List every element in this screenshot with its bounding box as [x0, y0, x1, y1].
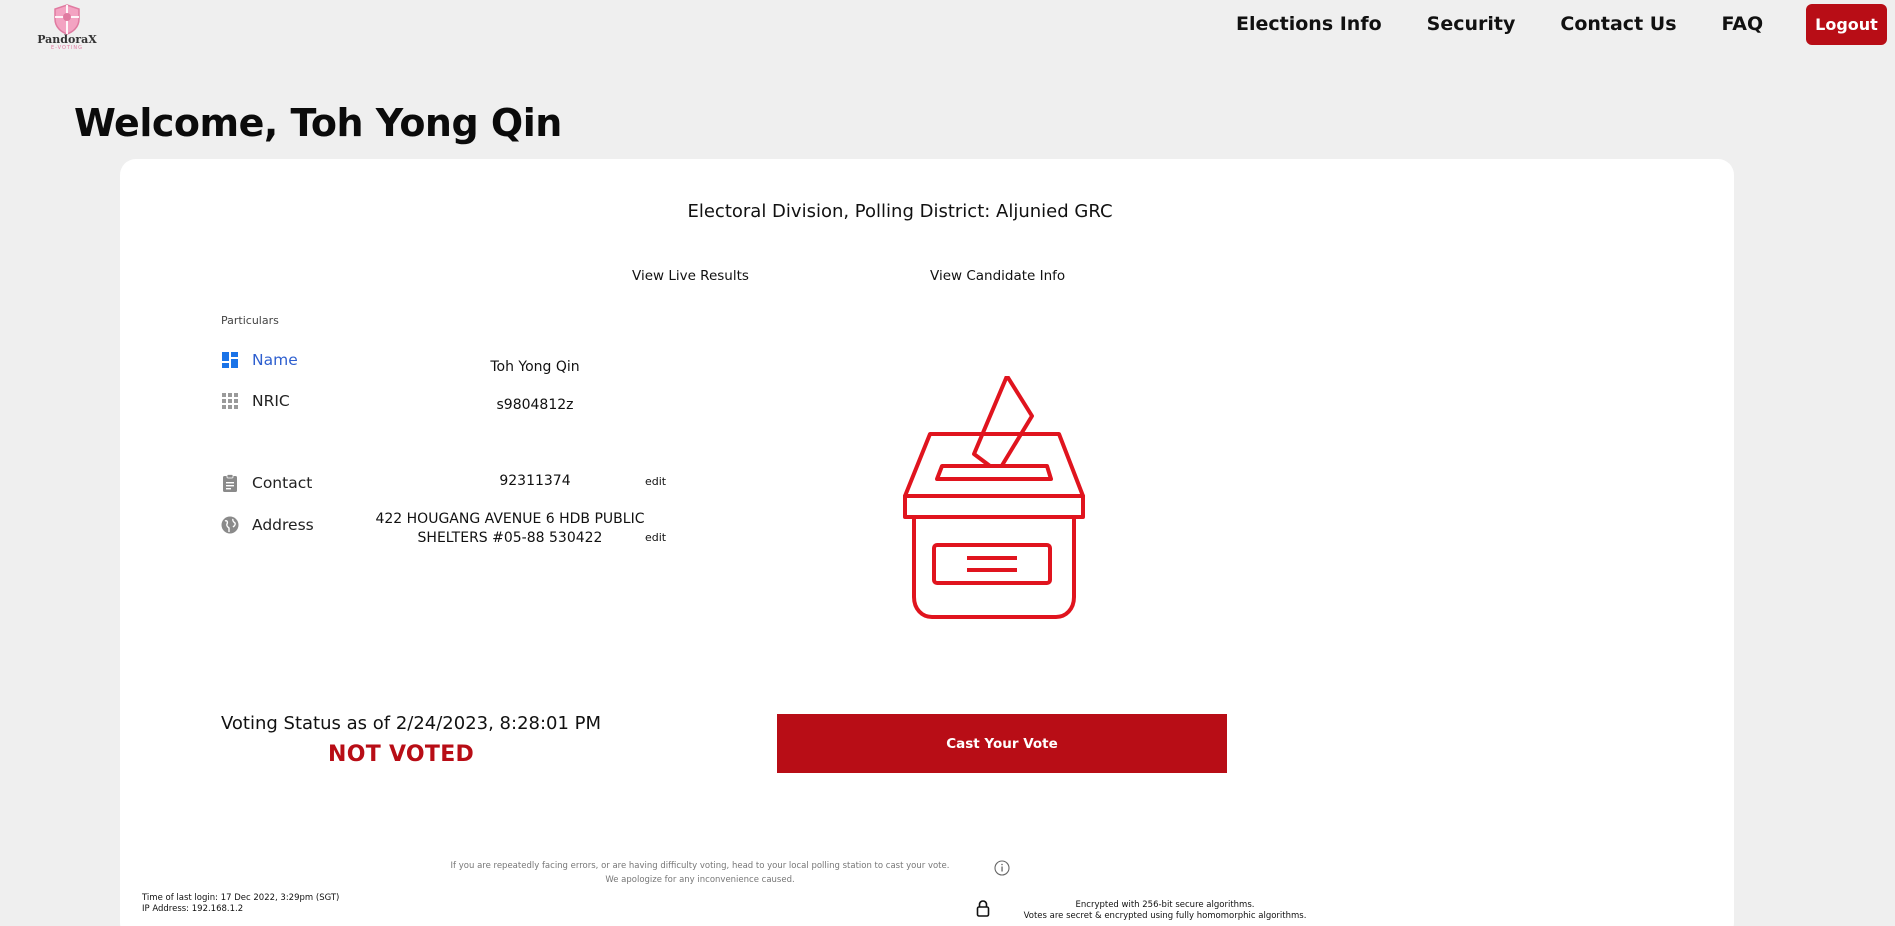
edit-address-link[interactable]: edit — [645, 531, 666, 544]
view-live-results-link[interactable]: View Live Results — [632, 268, 749, 284]
top-nav: Elections Info Security Contact Us FAQ — [1236, 12, 1808, 36]
dashboard-icon — [221, 351, 239, 369]
contact-value: 92311374 — [499, 473, 571, 489]
nric-label: NRIC — [252, 392, 290, 410]
nav-contact-us[interactable]: Contact Us — [1560, 12, 1676, 36]
shield-logo-icon — [54, 4, 80, 35]
info-icon[interactable] — [994, 860, 1010, 876]
cast-vote-button[interactable]: Cast Your Vote — [777, 714, 1227, 773]
brand-logo[interactable]: PandoraX E-VOTING — [30, 3, 104, 55]
logout-button[interactable]: Logout — [1806, 4, 1887, 45]
address-label: Address — [252, 516, 314, 534]
nav-elections-info[interactable]: Elections Info — [1236, 12, 1382, 36]
clipboard-icon — [221, 474, 239, 492]
address-line-2: SHELTERS #05-88 530422 — [417, 530, 603, 546]
encryption-line-2: Votes are secret & encrypted using fully… — [1023, 911, 1307, 921]
particulars-heading: Particulars — [221, 314, 279, 327]
address-line-1: 422 HOUGANG AVENUE 6 HDB PUBLIC — [375, 511, 645, 527]
name-value: Toh Yong Qin — [490, 359, 580, 375]
globe-icon — [221, 516, 239, 534]
page-title: Welcome, Toh Yong Qin — [74, 101, 562, 145]
help-line-1: If you are repeatedly facing errors, or … — [450, 861, 950, 871]
name-label: Name — [252, 351, 298, 369]
contact-label: Contact — [252, 474, 313, 492]
electoral-division: Electoral Division, Polling District: Al… — [687, 201, 1113, 222]
ballot-box-icon — [903, 376, 1085, 619]
particular-nric-label[interactable]: NRIC — [221, 392, 290, 410]
nav-faq[interactable]: FAQ — [1722, 12, 1764, 36]
encryption-line-1: Encrypted with 256-bit secure algorithms… — [1075, 900, 1255, 910]
brand-name: PandoraX — [37, 33, 97, 46]
edit-contact-link[interactable]: edit — [645, 475, 666, 488]
encryption-notice: Encrypted with 256-bit secure algorithms… — [975, 900, 1355, 922]
session-info: Time of last login: 17 Dec 2022, 3:29pm … — [142, 893, 339, 915]
address-value: 422 HOUGANG AVENUE 6 HDB PUBLIC SHELTERS… — [360, 510, 660, 548]
ip-address: IP Address: 192.168.1.2 — [142, 904, 244, 914]
nric-value: s9804812z — [496, 397, 574, 413]
particular-address-label[interactable]: Address — [221, 516, 314, 534]
help-notice: If you are repeatedly facing errors, or … — [450, 859, 950, 887]
view-candidate-info-link[interactable]: View Candidate Info — [930, 268, 1065, 284]
voter-card: Electoral Division, Polling District: Al… — [120, 159, 1734, 926]
grid-icon — [221, 392, 239, 410]
voting-status-text: Voting Status as of 2/24/2023, 8:28:01 P… — [221, 713, 602, 734]
particular-contact-label[interactable]: Contact — [221, 474, 312, 492]
voting-status-badge: NOT VOTED — [328, 742, 475, 767]
last-login: Time of last login: 17 Dec 2022, 3:29pm … — [142, 893, 340, 903]
particular-name-label[interactable]: Name — [221, 351, 298, 369]
nav-security[interactable]: Security — [1427, 12, 1516, 36]
help-line-2: We apologize for any inconvenience cause… — [605, 875, 795, 885]
